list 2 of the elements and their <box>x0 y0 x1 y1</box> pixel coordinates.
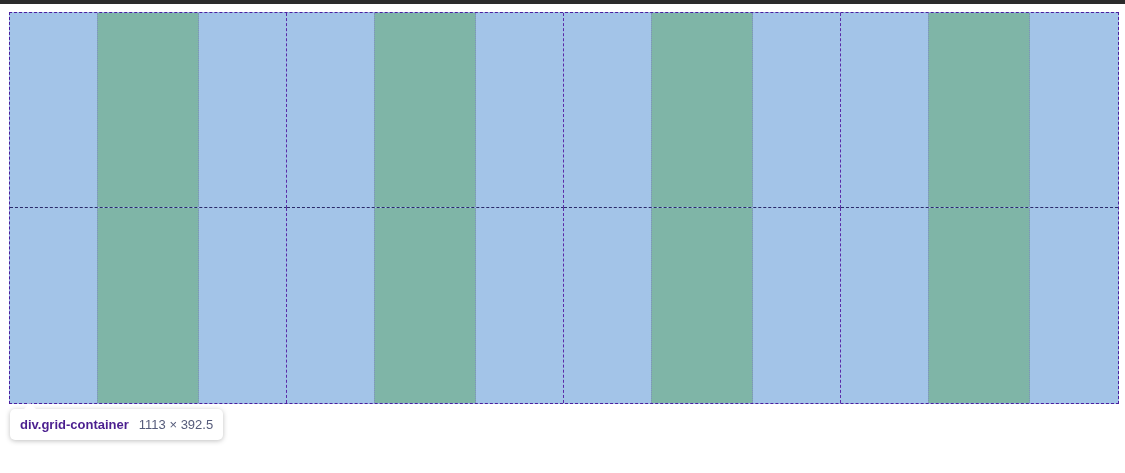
element-size: 1113 × 392.5 <box>138 417 214 432</box>
element-selector: div.grid-container <box>20 417 129 432</box>
